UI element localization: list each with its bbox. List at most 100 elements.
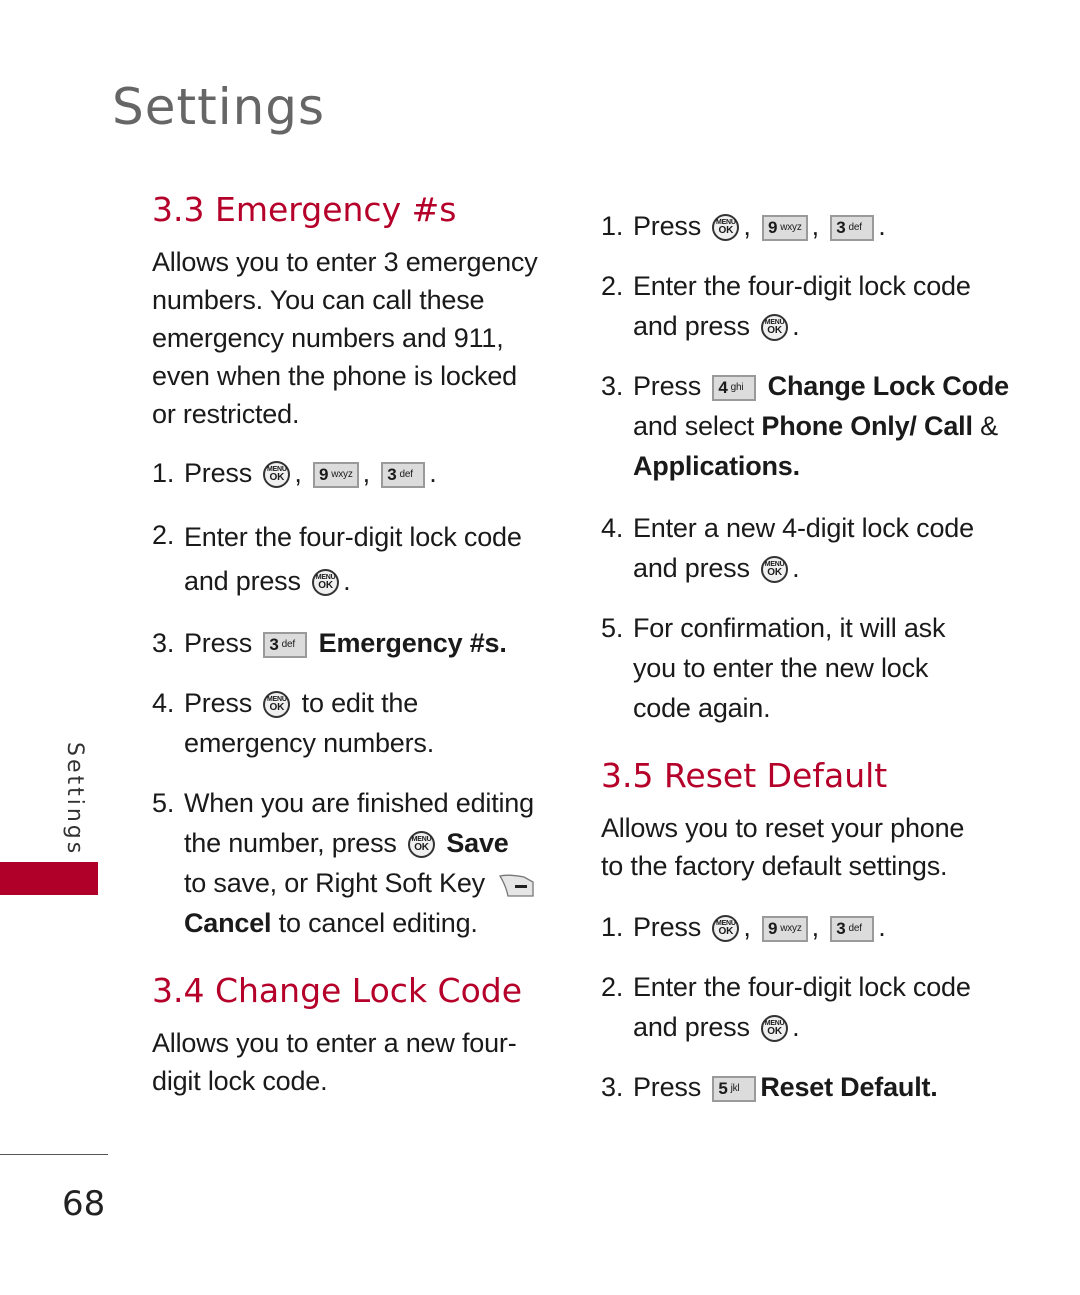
key-4-icon: 4 ghi [712,374,757,401]
step-number: 3. [152,628,175,658]
step-text: When you are finished editing [184,788,534,818]
emergency-step-1: 1. Press MENU OK, 9 wxyz, 3 def. [152,453,552,493]
step-text: and press [184,566,301,596]
step-number: 4. [152,688,175,718]
change-lock-step-4: 4. Enter a new 4-digit lock code and pre… [601,508,1021,588]
step-number: 5. [601,613,624,643]
change-lock-step-2: 2. Enter the four-digit lock code and pr… [601,266,1021,346]
step-text: the number, press [184,828,397,858]
step-text: and press [633,311,750,341]
section-heading-change-lock: 3.4 Change Lock Code [152,971,523,1010]
separator: . [792,553,800,583]
step-text: to cancel editing. [278,908,478,938]
step-number: 1. [601,912,624,942]
step-number: 5. [152,788,175,818]
separator: , [811,211,820,241]
menu-ok-key-icon: MENU OK [263,691,291,719]
footer-divider [0,1154,108,1155]
side-tab-marker [0,862,98,895]
key-9-icon: 9 wxyz [761,915,808,942]
menu-option-reset-default: Reset Default. [760,1072,938,1102]
step-number: 2. [152,520,175,550]
step-number: 1. [152,458,175,488]
key-5-icon: 5 jkl [712,1075,757,1102]
key-3-icon: 3 def [830,915,875,942]
separator: , [743,912,751,942]
step-number: 3. [601,371,624,401]
menu-option-change-lock-code: Change Lock Code [767,371,1010,401]
separator: . [878,211,886,241]
key-3-icon: 3 def [830,214,875,241]
emergency-step-4: 4. Press MENU OK to edit the emergency nu… [152,683,552,763]
right-column: 1. Press MENU OK, 9 wxyz, 3 def. 2. Enter t… [601,206,1021,1107]
step-text: Enter a new 4-digit lock code [633,513,974,543]
section-heading-reset-default: 3.5 Reset Default [601,756,888,795]
step-number: 4. [601,513,624,543]
menu-ok-key-icon: MENU OK [761,314,789,342]
key-3-icon: 3 def [381,461,426,488]
separator: . [792,1012,800,1042]
change-lock-step-1: 1. Press MENU OK, 9 wxyz, 3 def. [601,206,1021,246]
menu-ok-key-icon: MENU OK [712,915,740,943]
step-text: Press [184,628,253,658]
step-text: Press [633,211,702,241]
step-text: For confirmation, it will ask you to ent… [633,613,946,723]
step-text: Press [184,688,253,718]
separator: . [792,311,800,341]
menu-ok-key-icon: MENU OK [761,556,789,584]
step-text: Enter the four-digit lock code [184,522,522,552]
option-applications: Applications. [633,451,800,481]
step-text: Enter the four-digit lock code [633,972,971,1002]
step-text: and press [633,553,750,583]
section-heading-emergency: 3.3 Emergency #s [152,190,457,229]
menu-ok-key-icon: MENU OK [408,831,436,859]
separator: . [343,566,351,596]
reset-default-description: Allows you to reset your phone to the fa… [601,813,965,881]
menu-ok-key-icon: MENU OK [263,461,291,489]
emergency-step-5: 5. When you are finished editing the num… [152,783,552,943]
step-text: and select [633,411,755,441]
reset-step-2: 2. Enter the four-digit lock code and pr… [601,967,1021,1047]
step-text: Press [184,458,253,488]
step-text: Press [633,912,702,942]
page-title: Settings [112,78,326,136]
menu-ok-key-icon: MENU OK [312,569,340,597]
key-9-icon: 9 wxyz [312,461,359,488]
step-text: emergency numbers. [184,728,435,758]
key-9-icon: 9 wxyz [761,214,808,241]
step-text: Enter the four-digit lock code [633,271,971,301]
step-text: to save, or Right Soft Key [184,868,485,898]
emergency-description: Allows you to enter 3 emergency numbers.… [152,247,538,429]
separator: . [429,458,437,488]
step-number: 1. [601,211,624,241]
change-lock-description: Allows you to enter a new four-digit loc… [152,1028,517,1096]
step-number: 2. [601,271,624,301]
step-text: & [980,411,998,441]
page-number: 68 [62,1184,106,1224]
option-phone-only-call: Phone Only/ Call [761,411,973,441]
step-number: 2. [601,972,624,1002]
left-column: 3.3 Emergency #s Allows you to enter 3 e… [152,190,552,1100]
reset-step-3: 3. Press 5 jkl Reset Default. [601,1067,1021,1107]
step-text: Press [633,371,702,401]
reset-step-1: 1. Press MENU OK, 9 wxyz, 3 def. [601,907,1021,947]
step-text: to edit the [301,688,419,718]
side-tab-label: Settings [62,742,87,857]
menu-ok-key-icon: MENU OK [712,214,740,242]
change-lock-step-5: 5. For confirmation, it will ask you to … [601,608,1021,728]
right-soft-key-icon [499,874,534,897]
separator: , [743,211,751,241]
menu-option-emergency: Emergency #s. [318,628,507,658]
separator: . [878,912,886,942]
separator: , [811,912,820,942]
step-number: 3. [601,1072,624,1102]
emergency-step-2: 2. Enter the four-digit lock code and pr… [152,515,552,603]
step-text: and press [633,1012,750,1042]
emergency-step-3: 3. Press 3 def Emergency #s. [152,623,552,663]
softkey-label-save: Save [446,828,509,858]
change-lock-step-3: 3. Press 4 ghi Change Lock Code and selec… [601,366,1021,486]
step-text: Press [633,1072,702,1102]
softkey-label-cancel: Cancel [184,908,272,938]
key-3-icon: 3 def [263,631,308,658]
separator: , [294,458,302,488]
